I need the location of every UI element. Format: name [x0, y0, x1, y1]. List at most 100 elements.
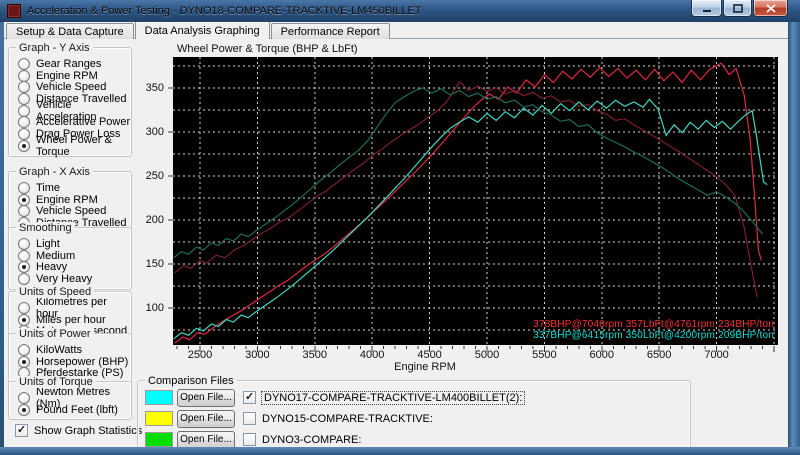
radio-kilowatts[interactable]: KiloWatts: [9, 343, 131, 356]
radio-medium[interactable]: Medium: [9, 249, 131, 262]
window-controls: [690, 0, 788, 17]
radio-button-icon: [18, 205, 30, 218]
radio-newton-metres-nm[interactable]: Newton Metres (Nm): [9, 386, 131, 410]
tab-setup-data-capture[interactable]: Setup & Data Capture: [6, 23, 134, 39]
x-tick-label: 7000: [704, 349, 729, 361]
radio-button-icon: [18, 104, 30, 117]
open-file-button[interactable]: Open File...: [177, 388, 235, 407]
window-border-left: [0, 22, 4, 455]
tab-performance-report[interactable]: Performance Report: [270, 23, 390, 39]
minimize-button[interactable]: [691, 0, 722, 17]
radio-pound-feet-lbft[interactable]: Pound Feet (lbft): [9, 403, 131, 416]
window-title: Acceleration & Power Testing - DYNO18-CO…: [27, 5, 422, 17]
radio-time[interactable]: Time: [9, 181, 131, 194]
comparison-file-checkbox[interactable]: [243, 412, 256, 425]
close-icon: [765, 3, 776, 13]
maximize-icon: [732, 3, 743, 13]
radio-very-heavy[interactable]: Very Heavy: [9, 272, 131, 285]
trace-colour-swatch[interactable]: [145, 390, 173, 405]
radio-button-icon: [18, 391, 30, 404]
y-tick-label: 100: [145, 302, 164, 314]
comparison-rows: Open File... DYNO17-COMPARE-TRACKTIVE-LM4…: [138, 387, 690, 450]
comparison-file-label: DYNO3-COMPARE:: [262, 433, 362, 446]
window-border-bottom: [0, 447, 800, 455]
radio-label: Medium: [36, 249, 76, 262]
graph-statistics-line-2: 337BHP@6415rpm 350LbFt@4200rpm 209BHP/to…: [533, 330, 774, 341]
comparison-file-checkbox[interactable]: [243, 433, 256, 446]
open-file-button-label: Open File...: [180, 434, 232, 445]
radio-label: Time: [36, 181, 61, 194]
y-tick-label: 250: [145, 169, 164, 182]
radio-label: Vehicle Speed: [36, 205, 107, 218]
chart-title: Wheel Power & Torque (BHP & LbFt): [177, 43, 358, 55]
radio-engine-rpm[interactable]: Engine RPM: [9, 69, 131, 82]
group-graph-y-axis: Graph - Y Axis Gear Ranges Engine RPM Vehic…: [8, 42, 132, 158]
radio-label: Gear Ranges: [36, 57, 102, 70]
comparison-files-group: Comparison Files Open File... DYNO17-COMP…: [137, 375, 691, 455]
x-tick-label: 5000: [474, 349, 500, 361]
radio-label: KiloWatts: [36, 343, 83, 356]
radio-vehicle-speed[interactable]: Vehicle Speed: [9, 205, 131, 218]
comparison-file-checkbox[interactable]: [243, 390, 256, 404]
open-file-button-label: Open File...: [180, 392, 232, 403]
series-main-file-torque-lbft: [174, 80, 758, 298]
group-title: Graph - X Axis: [16, 166, 93, 178]
group-smoothing: Smoothing Light Medium Heavy Very Heavy: [8, 222, 132, 290]
radio-vehicle-acceleration[interactable]: Vehicle Acceleration: [9, 99, 131, 123]
radio-heavy[interactable]: Heavy: [9, 261, 131, 274]
radio-button-icon: [18, 301, 30, 314]
y-tick-label: 200: [145, 213, 164, 226]
radio-label: Vehicle Speed: [36, 81, 107, 94]
tab-label: Setup & Data Capture: [16, 26, 124, 38]
tab-strip: Setup & Data Capture Data Analysis Graphi…: [6, 21, 391, 39]
radio-engine-rpm[interactable]: Engine RPM: [9, 193, 131, 206]
radio-horsepower-bhp[interactable]: Horsepower (BHP): [9, 355, 131, 368]
radio-accelerative-power[interactable]: Accelerative Power: [9, 116, 131, 129]
radio-label: Horsepower (BHP): [36, 355, 129, 368]
radio-button-icon: [18, 92, 30, 105]
y-ticks-svg: [168, 87, 173, 309]
trace-colour-swatch[interactable]: [145, 411, 173, 426]
title-bar: Acceleration & Power Testing - DYNO18-CO…: [0, 0, 800, 22]
x-tick-label: 6500: [646, 349, 672, 361]
y-tick-label: 150: [145, 257, 164, 270]
radio-wheel-power-torque[interactable]: Wheel Power & Torque: [9, 134, 131, 158]
radio-button-icon: [18, 181, 30, 194]
window-border-right: [788, 22, 800, 455]
open-file-button[interactable]: Open File...: [177, 409, 235, 428]
radio-label: Very Heavy: [36, 272, 93, 285]
radio-kilometres-per-hour[interactable]: Kilometres per hour: [9, 296, 131, 320]
maximize-button[interactable]: [723, 0, 752, 17]
radio-label: Accelerative Power: [36, 116, 131, 129]
radio-button-icon: [18, 272, 30, 285]
radio-button-icon: [18, 249, 30, 262]
tab-label: Data Analysis Graphing: [144, 25, 260, 37]
radio-label: Miles per hour: [36, 313, 106, 326]
radio-button-icon: [18, 403, 30, 416]
radio-button-icon: [18, 139, 30, 152]
radio-button-icon: [18, 237, 30, 250]
comparison-row-2: Open File... DYNO15-COMPARE-TRACKTIVE:: [138, 408, 690, 429]
app-icon: [7, 4, 21, 18]
comparison-file-label: DYNO15-COMPARE-TRACKTIVE:: [262, 412, 433, 425]
tab-data-analysis-graphing[interactable]: Data Analysis Graphing: [134, 21, 270, 39]
radio-button-icon: [18, 69, 30, 82]
x-tick-label: 4500: [417, 349, 442, 361]
radio-vehicle-speed[interactable]: Vehicle Speed: [9, 81, 131, 94]
show-graph-statistics-checkbox[interactable]: Show Graph Statistics: [15, 423, 142, 437]
radio-gear-ranges[interactable]: Gear Ranges: [9, 57, 131, 70]
x-tick-label: 5500: [532, 349, 557, 361]
close-button[interactable]: [753, 0, 788, 17]
radio-label: Pound Feet (lbft): [36, 403, 118, 416]
x-tick-label: 2500: [187, 349, 213, 361]
group-title: Units of Power: [16, 328, 94, 340]
checkbox-icon: [15, 423, 28, 437]
radio-button-icon: [18, 343, 30, 356]
radio-light[interactable]: Light: [9, 237, 131, 250]
trace-colour-swatch[interactable]: [145, 432, 173, 447]
open-file-button[interactable]: Open File...: [177, 430, 235, 449]
radio-button-icon: [18, 127, 30, 140]
radio-button-icon: [18, 81, 30, 94]
y-tick-label: 300: [145, 125, 164, 138]
series-comparison-file-power-bhp: [173, 98, 768, 340]
